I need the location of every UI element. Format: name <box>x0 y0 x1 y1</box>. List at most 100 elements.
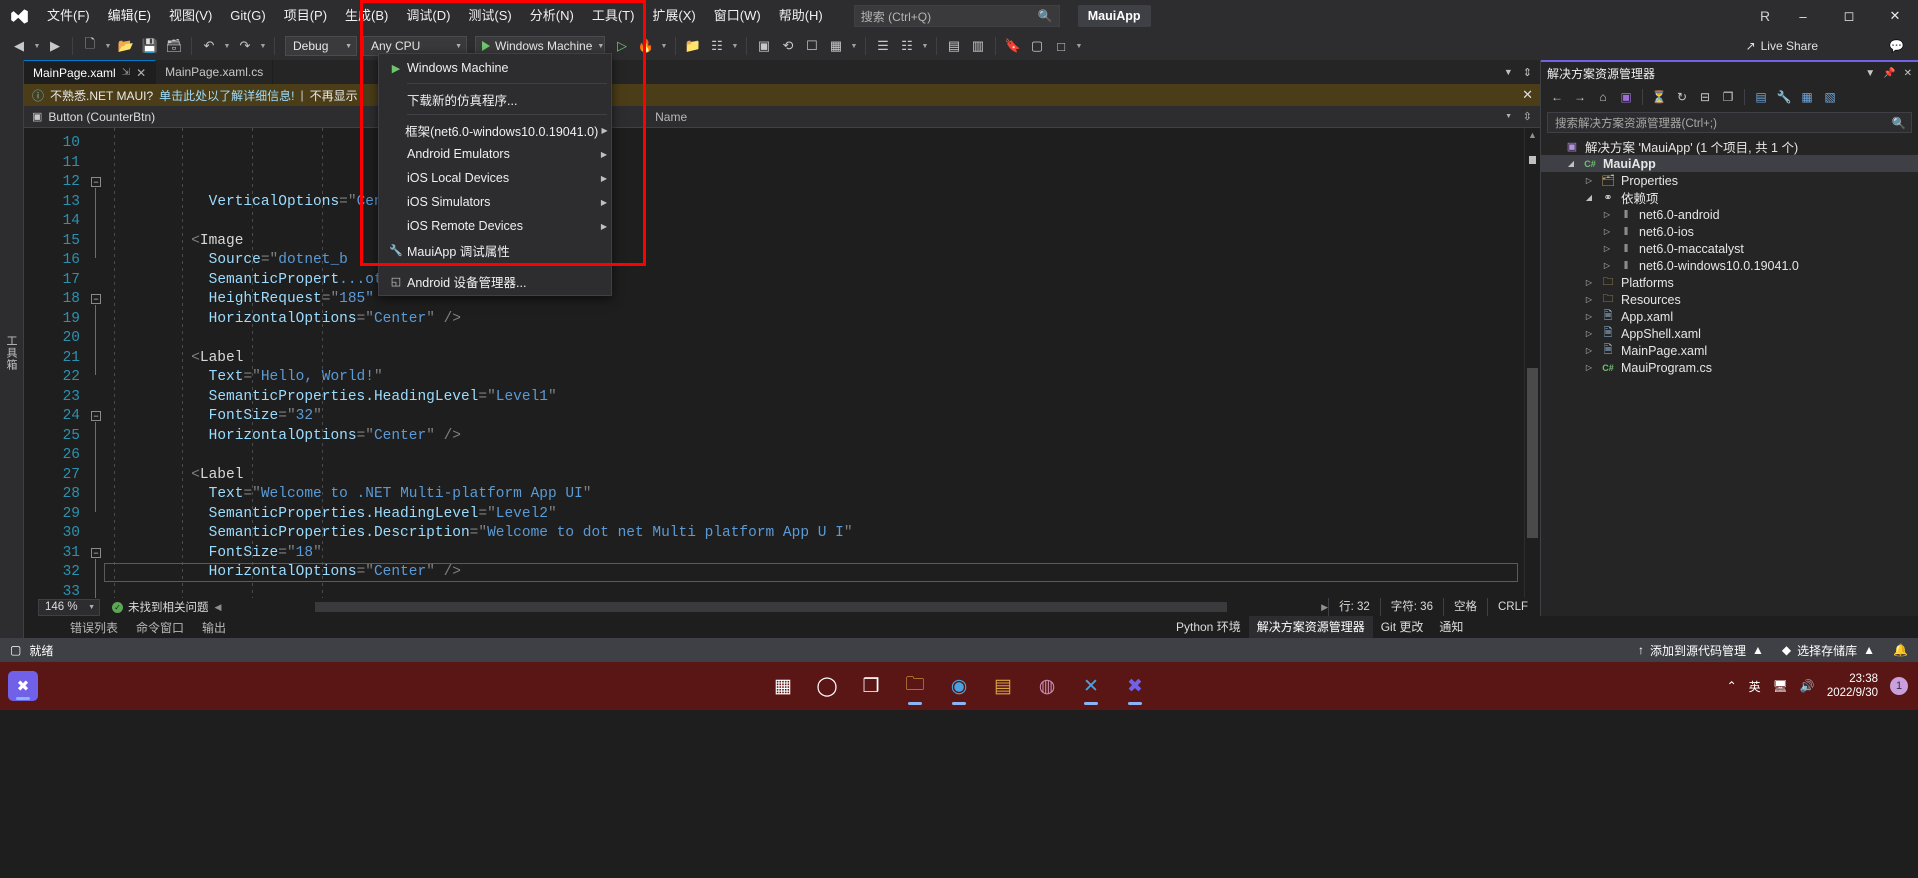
dropdown-item-0[interactable]: ▶ Windows Machine <box>379 56 611 80</box>
comment-dropdown-icon[interactable]: ▼ <box>1074 43 1084 50</box>
code-line[interactable]: HorizontalOptions="Center" /> <box>104 310 1524 330</box>
tree-item-0[interactable]: ▣ 解决方案 'MauiApp' (1 个项目, 共 1 个) <box>1541 138 1918 155</box>
select-repository-button[interactable]: ◆ 选择存储库 ▲ <box>1782 642 1875 659</box>
code-line[interactable]: <Label <box>104 466 1524 486</box>
tree-item-6[interactable]: ▷ ‖ net6.0-maccatalyst <box>1541 240 1918 257</box>
rail-item-toolbox[interactable]: 工具箱 <box>3 331 19 375</box>
sync-with-active-icon[interactable]: ▣ <box>1616 87 1636 107</box>
expander-collapsed-icon[interactable]: ▷ <box>1583 346 1595 355</box>
align-center-icon[interactable]: ☷ <box>896 35 918 57</box>
code-line[interactable]: FontSize="32" <box>104 407 1524 427</box>
designer-dropdown-icon[interactable]: ▼ <box>849 43 859 50</box>
chevron-down-icon[interactable]: ▼ <box>597 43 604 50</box>
taskbar-visual-studio-icon[interactable]: ✖ <box>1115 666 1155 706</box>
preview-icon[interactable]: ▦ <box>1797 87 1817 107</box>
play-outline-icon[interactable]: ▷ <box>611 35 633 57</box>
solution-tree[interactable]: ▣ 解决方案 'MauiApp' (1 个项目, 共 1 个) ◢ C# MauiApp… <box>1541 136 1918 638</box>
code-line[interactable]: FontSize="18" <box>104 544 1524 564</box>
editor-horizontal-scrollbar[interactable] <box>225 600 1318 614</box>
code-line[interactable]: Source="dotnet_b <box>104 251 1524 271</box>
live-share-button[interactable]: ↗ Live Share <box>1746 39 1818 53</box>
more-tools-icon[interactable]: ▼ <box>730 43 740 50</box>
pending-changes-icon[interactable]: ⏳ <box>1649 87 1669 107</box>
menu-item-8[interactable]: 分析(N) <box>521 0 583 32</box>
search-icon[interactable]: 🔍 <box>1038 9 1053 23</box>
document-tab-1[interactable]: MainPage.xaml.cs <box>156 60 274 84</box>
tree-item-13[interactable]: ▷ C# MauiProgram.cs <box>1541 359 1918 376</box>
info-bar-dismiss[interactable]: 不再显示 <box>310 87 358 104</box>
tree-item-4[interactable]: ▷ ‖ net6.0-android <box>1541 206 1918 223</box>
visual-studio-taskbar-icon[interactable]: ✖ <box>8 671 38 701</box>
show-all-files-icon[interactable]: ❐ <box>1718 87 1738 107</box>
fold-toggle-icon[interactable]: − <box>91 294 101 304</box>
home-icon[interactable]: ⌂ <box>1593 87 1613 107</box>
properties-window-icon[interactable]: ☷ <box>706 35 728 57</box>
code-text[interactable]: VerticalOptions="Cen <Image Source="dotnet… <box>104 128 1524 598</box>
code-line[interactable] <box>104 329 1524 349</box>
taskbar-search-icon[interactable]: ◯ <box>807 666 847 706</box>
pin-icon[interactable]: 📌 <box>1883 68 1895 79</box>
expander-collapsed-icon[interactable]: ▷ <box>1583 295 1595 304</box>
select-target-folder-icon[interactable]: 📁 <box>682 35 704 57</box>
left-tool-rail[interactable]: 工具箱 服务器资源管理器 数据源 <box>0 60 24 638</box>
open-file-icon[interactable]: 📂 <box>115 35 137 57</box>
network-icon[interactable]: 🖥 <box>1773 679 1788 693</box>
redo-dropdown-icon[interactable]: ▼ <box>258 43 268 50</box>
code-line[interactable]: VerticalOptions="Cen <box>104 193 1524 213</box>
tree-item-8[interactable]: ▷ 🗀 Platforms <box>1541 274 1918 291</box>
search-icon[interactable]: 🔍 <box>1892 116 1906 130</box>
close-icon[interactable]: ✕ <box>1872 0 1918 32</box>
expander-expanded-icon[interactable]: ◢ <box>1583 193 1595 202</box>
expander-collapsed-icon[interactable]: ▷ <box>1583 363 1595 372</box>
code-line[interactable]: Text="Hello, World!" <box>104 368 1524 388</box>
issue-status[interactable]: ✓ 未找到相关问题 <box>112 599 209 615</box>
line-ending-mode[interactable]: CRLF <box>1486 598 1538 616</box>
tree-item-3[interactable]: ◢ ⚭ 依赖项 <box>1541 189 1918 206</box>
tree-item-10[interactable]: ▷ 🗎 App.xaml <box>1541 308 1918 325</box>
code-line[interactable]: SemanticProperties.Description="Welcome … <box>104 524 1524 544</box>
menu-item-1[interactable]: 编辑(E) <box>99 0 160 32</box>
scroll-left-icon[interactable]: ◀ <box>215 602 222 613</box>
undo-dropdown-icon[interactable]: ▼ <box>222 43 232 50</box>
zoom-level-combo[interactable]: 146 % ▼ <box>38 598 100 616</box>
scroll-up-icon[interactable]: ▲ <box>1528 130 1537 140</box>
code-line[interactable]: Text="Welcome to .NET Multi-platform App… <box>104 485 1524 505</box>
split-window-icon[interactable]: ⇕ <box>1523 66 1532 79</box>
taskbar-file-explorer-icon[interactable]: 🗀 <box>895 666 935 706</box>
new-dropdown-icon[interactable]: ▼ <box>103 43 113 50</box>
menu-item-10[interactable]: 扩展(X) <box>643 0 704 32</box>
back-icon[interactable]: ← <box>1547 87 1567 107</box>
hot-reload-icon[interactable]: 🔥 <box>635 35 657 57</box>
expander-collapsed-icon[interactable]: ▷ <box>1601 210 1613 219</box>
dropdown-item-2[interactable]: 框架(net6.0-windows10.0.19041.0) ▶ <box>379 118 611 142</box>
xaml-live-preview-icon[interactable]: ☐ <box>801 35 823 57</box>
close-icon[interactable]: ✕ <box>1522 87 1533 103</box>
code-editor[interactable]: 10 11 12 13 14 15 16 17 18 19 20 21 22 23 24 25 26 27 28 29… <box>24 128 1540 598</box>
glyph-margin[interactable] <box>24 128 42 598</box>
dropdown-item-7[interactable]: 🔧 MauiApp 调试属性 <box>379 238 611 262</box>
hot-restart-icon[interactable]: ⟲ <box>777 35 799 57</box>
code-line[interactable]: <Image <box>104 232 1524 252</box>
hscrollbar-thumb[interactable] <box>315 602 1228 612</box>
expander-collapsed-icon[interactable]: ▷ <box>1601 244 1613 253</box>
refresh-icon[interactable]: ↻ <box>1672 87 1692 107</box>
code-line[interactable]: SemanticPropert...ot waving hi to you!" <box>104 271 1524 291</box>
minimize-icon[interactable]: – <box>1780 0 1826 32</box>
split-view-icon[interactable]: ⇳ <box>1523 110 1532 123</box>
fold-toggle-icon[interactable]: − <box>91 177 101 187</box>
navigate-back-icon[interactable]: ◀ <box>8 35 30 57</box>
bookmark-icon[interactable]: 🔖 <box>1002 35 1024 57</box>
chevron-down-icon[interactable]: ▼ <box>1505 113 1512 120</box>
close-icon[interactable]: ✕ <box>136 66 146 80</box>
document-tab-0[interactable]: MainPage.xaml ⇲ ✕ <box>24 60 157 84</box>
volume-icon[interactable]: 🔊 <box>1800 679 1815 693</box>
navbar-member-placeholder[interactable]: Name <box>655 110 687 124</box>
indentation-mode[interactable]: 空格 <box>1442 598 1487 616</box>
code-line[interactable]: <Label <box>104 349 1524 369</box>
navbar-scope[interactable]: Button (CounterBtn) <box>48 110 155 124</box>
menu-item-9[interactable]: 工具(T) <box>583 0 644 32</box>
maximize-icon[interactable]: ◻ <box>1826 0 1872 32</box>
dock-tab-1[interactable]: 解决方案资源管理器 <box>1248 616 1373 638</box>
comment-icon[interactable]: ▢ <box>1026 35 1048 57</box>
feedback-button[interactable]: 💬 <box>1889 39 1904 53</box>
